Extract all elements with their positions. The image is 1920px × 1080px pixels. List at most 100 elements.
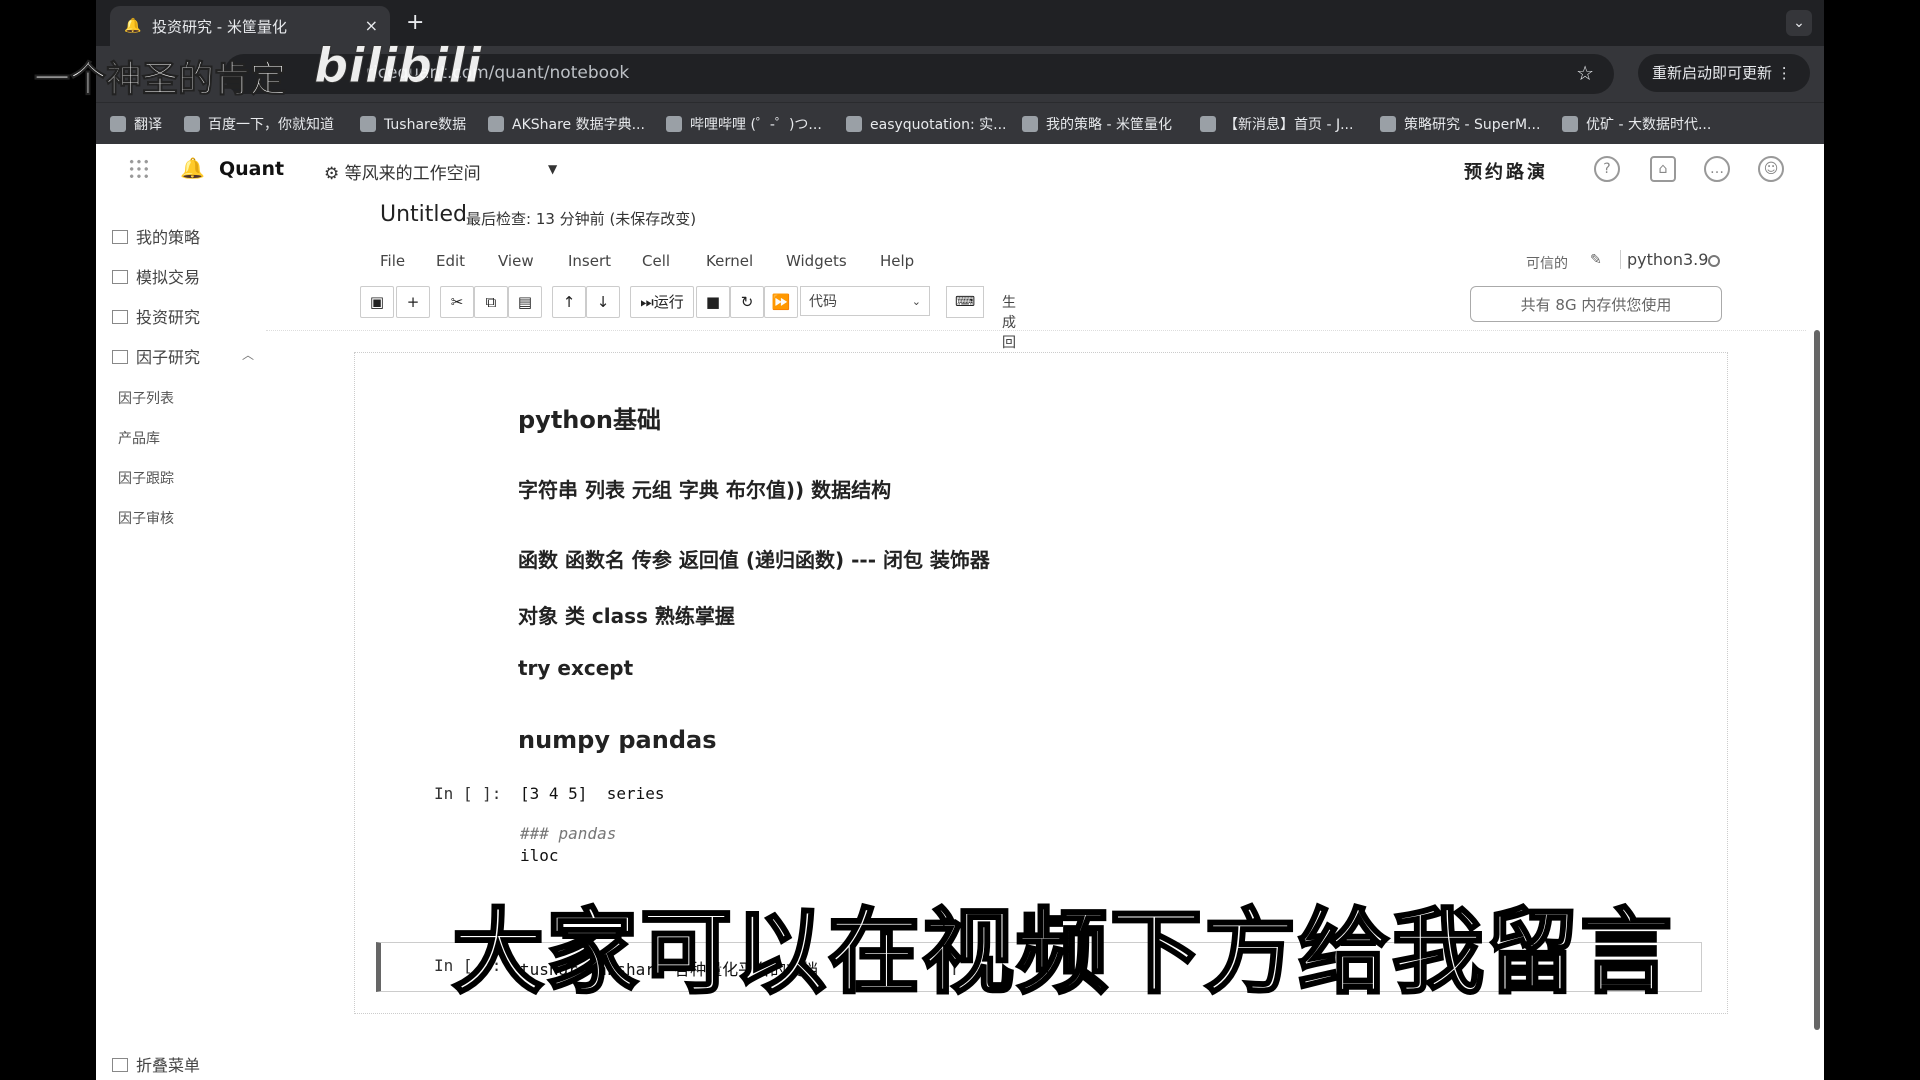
uploader-watermark: 一个神圣的肯定 <box>33 59 287 101</box>
help-icon[interactable]: ? <box>1594 156 1620 182</box>
code-line[interactable]: iloc <box>520 846 559 865</box>
update-button[interactable]: 重新启动即可更新 ⋮ <box>1638 54 1810 92</box>
fast-forward-icon[interactable]: ⏩ <box>764 286 798 318</box>
trusted-indicator[interactable]: 可信的 <box>1526 253 1568 273</box>
collapse-icon <box>112 1058 128 1072</box>
sidebar-item-research[interactable]: 投资研究 <box>112 304 200 328</box>
brand-name: Quant <box>219 158 285 180</box>
keyboard-icon[interactable]: ⌨ <box>946 286 984 318</box>
bilibili-logo: bilibili <box>313 38 482 95</box>
sidebar-subitem-factor-tracking[interactable]: 因子跟踪 <box>118 468 174 488</box>
bookmark-item[interactable]: easyquotation: 实... <box>846 114 1007 134</box>
research-icon <box>112 310 128 324</box>
stop-icon[interactable]: ■ <box>696 286 730 318</box>
menu-insert[interactable]: Insert <box>568 252 611 270</box>
strategy-icon <box>112 230 128 244</box>
sidebar-item-my-strategy[interactable]: 我的策略 <box>112 224 200 248</box>
bookmark-item[interactable]: 翻译 <box>110 114 162 134</box>
chat-icon[interactable]: … <box>1704 156 1730 182</box>
sidebar-subitem-factor-list[interactable]: 因子列表 <box>118 388 174 408</box>
markdown-heading: 函数 函数名 传参 返回值 (递归函数) --- 闭包 装饰器 <box>518 548 990 572</box>
run-button[interactable]: ⏭运行 <box>630 286 694 318</box>
bookmarks-bar: 翻译 百度一下，你就知道 Tushare数据 AKShare 数据字典... 哔… <box>96 102 1824 145</box>
bookmark-icon <box>184 116 200 132</box>
markdown-heading: 对象 类 class 熟练掌握 <box>518 604 735 628</box>
tab-title: 投资研究 - 米筐量化 <box>152 17 287 36</box>
move-down-icon[interactable]: ↓ <box>586 286 620 318</box>
copy-icon[interactable]: ⧉ <box>474 286 508 318</box>
sidebar-item-paper-trading[interactable]: 模拟交易 <box>112 264 200 288</box>
sidebar-subitem-factor-review[interactable]: 因子审核 <box>118 508 174 528</box>
bookmark-item[interactable]: 我的策略 - 米筐量化 <box>1022 114 1172 134</box>
shirt-icon[interactable]: ⌂ <box>1650 156 1676 182</box>
bookmark-icon <box>110 116 126 132</box>
cell-prompt: In [ ]: <box>434 784 502 803</box>
menu-edit[interactable]: Edit <box>436 252 465 270</box>
menu-file[interactable]: File <box>380 252 405 270</box>
avatar[interactable]: ☺ <box>1758 156 1784 182</box>
star-icon[interactable]: ☆ <box>1576 61 1594 85</box>
paste-icon[interactable]: ▤ <box>508 286 542 318</box>
caret-down-icon[interactable]: ▼ <box>548 162 557 176</box>
bookmark-item[interactable]: 【新消息】首页 - J... <box>1200 114 1353 134</box>
restart-icon[interactable]: ↻ <box>730 286 764 318</box>
cell-type-select[interactable]: 代码 ⌄ <box>800 286 930 316</box>
factor-icon <box>112 350 128 364</box>
bookmark-item[interactable]: 百度一下，你就知道 <box>184 114 334 134</box>
code-comment[interactable]: ### pandas <box>520 824 616 843</box>
bookmark-item[interactable]: 哔哩哔哩 (゜-゜)つ... <box>666 114 822 134</box>
save-icon[interactable]: ▣ <box>360 286 394 318</box>
divider <box>266 330 1806 331</box>
add-cell-icon[interactable]: + <box>396 286 430 318</box>
bookmark-icon <box>666 116 682 132</box>
close-icon[interactable]: × <box>365 16 378 35</box>
bookmark-icon <box>1380 116 1396 132</box>
bookmark-icon <box>488 116 504 132</box>
menu-help[interactable]: Help <box>880 252 914 270</box>
menu-kernel[interactable]: Kernel <box>706 252 753 270</box>
app-header: 🔔 Quant ⚙ 等风来的工作空间 ▼ 预约路演 ? ⌂ … ☺ <box>96 144 1824 196</box>
move-up-icon[interactable]: ↑ <box>552 286 586 318</box>
menu-cell[interactable]: Cell <box>642 252 670 270</box>
reserve-roadshow-link[interactable]: 预约路演 <box>1464 158 1548 184</box>
kernel-status-icon <box>1708 255 1720 267</box>
markdown-heading: numpy pandas <box>518 726 717 754</box>
chevron-down-icon: ⌄ <box>911 295 921 308</box>
menu-view[interactable]: View <box>498 252 534 270</box>
sidebar-item-factor-research[interactable]: 因子研究 <box>112 344 200 368</box>
apps-grid-icon[interactable] <box>128 158 150 180</box>
code-line[interactable]: [3 4 5] series <box>520 784 665 803</box>
bookmark-icon <box>1562 116 1578 132</box>
gear-icon: ⚙ <box>324 164 345 184</box>
sidebar-subitem-product-library[interactable]: 产品库 <box>118 428 160 448</box>
notebook-title[interactable]: Untitled <box>380 202 467 227</box>
bookmark-item[interactable]: AKShare 数据字典... <box>488 114 645 134</box>
pencil-icon[interactable]: ✎ <box>1590 252 1602 268</box>
bell-icon[interactable]: 🔔 <box>180 156 205 180</box>
markdown-heading: 字符串 列表 元组 字典 布尔值)) 数据结构 <box>518 478 892 502</box>
menu-widgets[interactable]: Widgets <box>786 252 847 270</box>
kernel-name[interactable]: python3.9 <box>1620 250 1708 269</box>
bookmark-item[interactable]: 策略研究 - SuperM... <box>1380 114 1540 134</box>
bookmark-icon <box>360 116 376 132</box>
markdown-heading: try except <box>518 656 634 680</box>
cut-icon[interactable]: ✂ <box>440 286 474 318</box>
bookmark-item[interactable]: 优矿 - 大数据时代... <box>1562 114 1711 134</box>
scrollbar[interactable] <box>1814 330 1820 1030</box>
trading-icon <box>112 270 128 284</box>
collapse-menu-button[interactable]: 折叠菜单 <box>112 1052 200 1076</box>
bookmark-icon <box>1022 116 1038 132</box>
workspace-selector[interactable]: ⚙ 等风来的工作空间 <box>324 159 481 184</box>
bell-icon: 🔔 <box>124 18 142 34</box>
video-subtitle: 大家可以在视频下方给我留言 <box>450 898 1675 1008</box>
new-tab-icon[interactable]: + <box>406 10 424 35</box>
markdown-heading: python基础 <box>518 406 661 434</box>
step-icon: ⏭ <box>640 293 654 311</box>
chevron-up-icon[interactable]: ︿ <box>242 346 254 363</box>
memory-info: 共有 8G 内存供您使用 <box>1470 286 1722 322</box>
bookmark-icon <box>846 116 862 132</box>
sidebar: 我的策略 模拟交易 投资研究 因子研究 ︿ 因子列表 产品库 因子跟踪 因子审核… <box>96 196 266 1080</box>
bookmark-icon <box>1200 116 1216 132</box>
chevron-down-icon[interactable]: ⌄ <box>1786 10 1812 36</box>
bookmark-item[interactable]: Tushare数据 <box>360 114 466 134</box>
